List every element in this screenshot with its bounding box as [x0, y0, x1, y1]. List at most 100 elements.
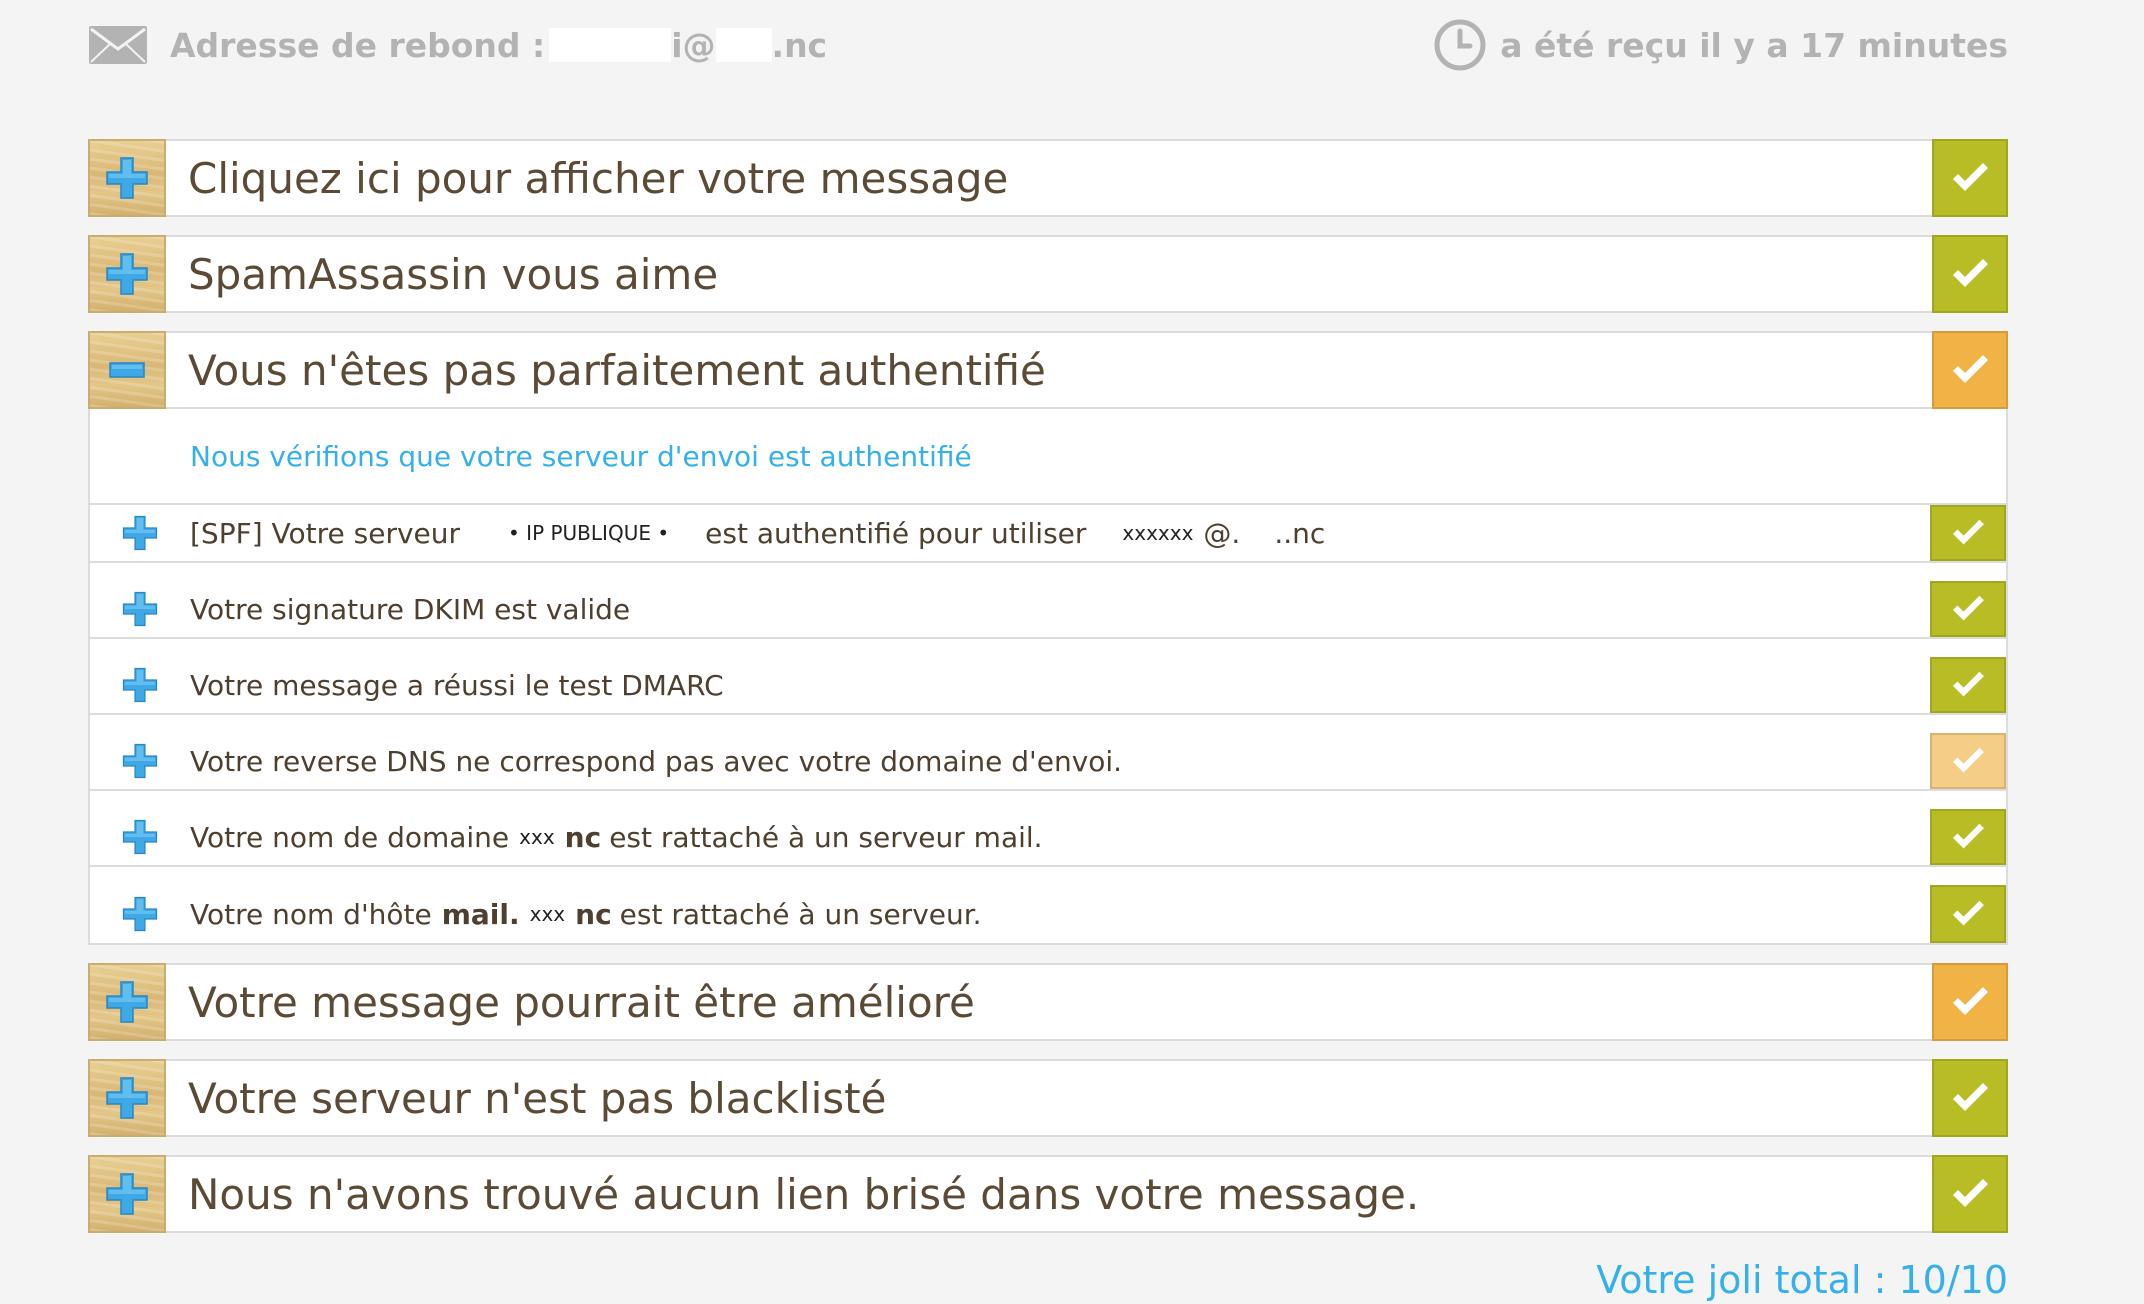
- ip-placeholder: • IP PUBLIQUE •: [508, 521, 670, 545]
- plus-icon: [104, 251, 150, 297]
- check-icon: [1950, 1177, 1990, 1211]
- bounce-label: Adresse de rebond :: [170, 25, 546, 65]
- plus-icon: [104, 1171, 150, 1217]
- check-text[interactable]: [SPF] Votre serveur • IP PUBLIQUE • est …: [190, 505, 1930, 561]
- check-spf[interactable]: [SPF] Votre serveur • IP PUBLIQUE • est …: [90, 505, 2006, 563]
- expand-toggle[interactable]: [88, 963, 166, 1041]
- text-part: [SPF] Votre serveur: [190, 516, 461, 550]
- section-spamassassin[interactable]: SpamAssassin vous aime: [88, 235, 2008, 313]
- section-show-message[interactable]: Cliquez ici pour afficher votre message: [88, 139, 2008, 217]
- check-icon: [1950, 353, 1990, 387]
- check-icon: [1950, 670, 1986, 700]
- expand-toggle[interactable]: [88, 139, 166, 217]
- masked-domain: ..nc: [1274, 516, 1326, 550]
- text-part: est authentifié pour utiliser: [705, 516, 1087, 550]
- expand-toggle[interactable]: [90, 657, 190, 713]
- envelope-icon: [89, 26, 147, 64]
- clock-icon: [1434, 19, 1486, 71]
- text-part: est rattaché à un serveur.: [619, 897, 982, 931]
- expand-toggle[interactable]: [90, 581, 190, 637]
- bounce-address-part: i@: [671, 25, 716, 65]
- check-icon: [1950, 257, 1990, 291]
- section-blacklist[interactable]: Votre serveur n'est pas blacklisté: [88, 1059, 2008, 1137]
- status-badge: [1932, 963, 2008, 1041]
- section-authentication[interactable]: Vous n'êtes pas parfaitement authentifié: [88, 331, 2008, 409]
- plus-icon: [104, 155, 150, 201]
- check-text[interactable]: Votre signature DKIM est valide: [190, 581, 1930, 637]
- check-icon: [1950, 822, 1986, 852]
- plus-icon: [104, 1075, 150, 1121]
- section-title[interactable]: Nous n'avons trouvé aucun lien brisé dan…: [166, 1157, 1932, 1231]
- check-icon: [1950, 161, 1990, 195]
- check-hostname[interactable]: Votre nom d'hôte mail. xxx nc est rattac…: [90, 885, 2006, 943]
- section-title[interactable]: Vous n'êtes pas parfaitement authentifié: [166, 333, 1932, 407]
- masked-domain: xxx: [529, 902, 566, 926]
- masked-domain: xxx: [519, 825, 555, 849]
- status-badge: [1930, 809, 2006, 865]
- redacted-block: [549, 28, 672, 62]
- plus-icon: [121, 895, 159, 933]
- expand-toggle[interactable]: [88, 235, 166, 313]
- expand-toggle[interactable]: [90, 733, 190, 789]
- plus-icon: [121, 590, 159, 628]
- text-part: est rattaché à un serveur mail.: [609, 820, 1043, 854]
- section-title[interactable]: SpamAssassin vous aime: [166, 237, 1932, 311]
- check-icon: [1950, 518, 1986, 548]
- section-description: Nous vérifions que votre serveur d'envoi…: [90, 409, 2006, 505]
- total-score: Votre joli total : 10/10: [1596, 1258, 2008, 1302]
- received-text: a été reçu il y a 17 minutes: [1500, 25, 2008, 65]
- plus-icon: [121, 514, 159, 552]
- minus-icon: [109, 362, 145, 378]
- hostname-prefix: mail.: [441, 897, 520, 931]
- collapse-toggle[interactable]: [88, 331, 166, 409]
- status-badge: [1932, 1155, 2008, 1233]
- plus-icon: [121, 818, 159, 856]
- text-part: Votre nom d'hôte: [190, 897, 432, 931]
- status-badge: [1932, 331, 2008, 409]
- status-badge: [1930, 885, 2006, 943]
- check-icon: [1950, 594, 1986, 624]
- plus-icon: [121, 742, 159, 780]
- domain-tld: nc: [575, 897, 612, 931]
- section-broken-links[interactable]: Nous n'avons trouvé aucun lien brisé dan…: [88, 1155, 2008, 1233]
- text-part: Votre nom de domaine: [190, 820, 510, 854]
- plus-icon: [121, 666, 159, 704]
- check-reverse-dns[interactable]: Votre reverse DNS ne correspond pas avec…: [90, 733, 2006, 791]
- text-part: @.: [1203, 516, 1241, 550]
- check-dmarc[interactable]: Votre message a réussi le test DMARC: [90, 657, 2006, 715]
- check-text[interactable]: Votre message a réussi le test DMARC: [190, 657, 1930, 713]
- check-icon: [1950, 746, 1986, 776]
- section-title[interactable]: Votre message pourrait être amélioré: [166, 965, 1932, 1039]
- check-text[interactable]: Votre nom de domaine xxx nc est rattaché…: [190, 809, 1930, 865]
- expand-toggle[interactable]: [88, 1059, 166, 1137]
- section-title[interactable]: Cliquez ici pour afficher votre message: [166, 141, 1932, 215]
- check-domain-mx[interactable]: Votre nom de domaine xxx nc est rattaché…: [90, 809, 2006, 867]
- check-dkim[interactable]: Votre signature DKIM est valide: [90, 581, 2006, 639]
- section-title[interactable]: Votre serveur n'est pas blacklisté: [166, 1061, 1932, 1135]
- status-badge: [1930, 733, 2006, 789]
- status-badge: [1932, 1059, 2008, 1137]
- expand-toggle[interactable]: [90, 885, 190, 943]
- status-badge: [1932, 235, 2008, 313]
- plus-icon: [104, 979, 150, 1025]
- bounce-address: Adresse de rebond : i@ .nc: [88, 25, 827, 65]
- check-icon: [1950, 899, 1986, 929]
- expand-toggle[interactable]: [90, 505, 190, 561]
- status-badge: [1930, 581, 2006, 637]
- domain-tld: nc: [564, 820, 602, 854]
- authentication-details: Nous vérifions que votre serveur d'envoi…: [88, 409, 2008, 945]
- section-message-improvement[interactable]: Votre message pourrait être amélioré: [88, 963, 2008, 1041]
- check-icon: [1950, 985, 1990, 1019]
- expand-toggle[interactable]: [88, 1155, 166, 1233]
- masked-user: xxxxxx: [1122, 521, 1194, 545]
- check-text[interactable]: Votre nom d'hôte mail. xxx nc est rattac…: [190, 885, 1930, 943]
- received-time: a été reçu il y a 17 minutes: [1434, 19, 2008, 71]
- status-badge: [1930, 657, 2006, 713]
- redacted-block: [715, 28, 772, 62]
- status-badge: [1932, 139, 2008, 217]
- report-header: Adresse de rebond : i@ .nc a été reçu il…: [88, 19, 2008, 71]
- check-icon: [1950, 1081, 1990, 1115]
- expand-toggle[interactable]: [90, 809, 190, 865]
- bounce-address-domain: .nc: [771, 25, 828, 65]
- check-text[interactable]: Votre reverse DNS ne correspond pas avec…: [190, 733, 1930, 789]
